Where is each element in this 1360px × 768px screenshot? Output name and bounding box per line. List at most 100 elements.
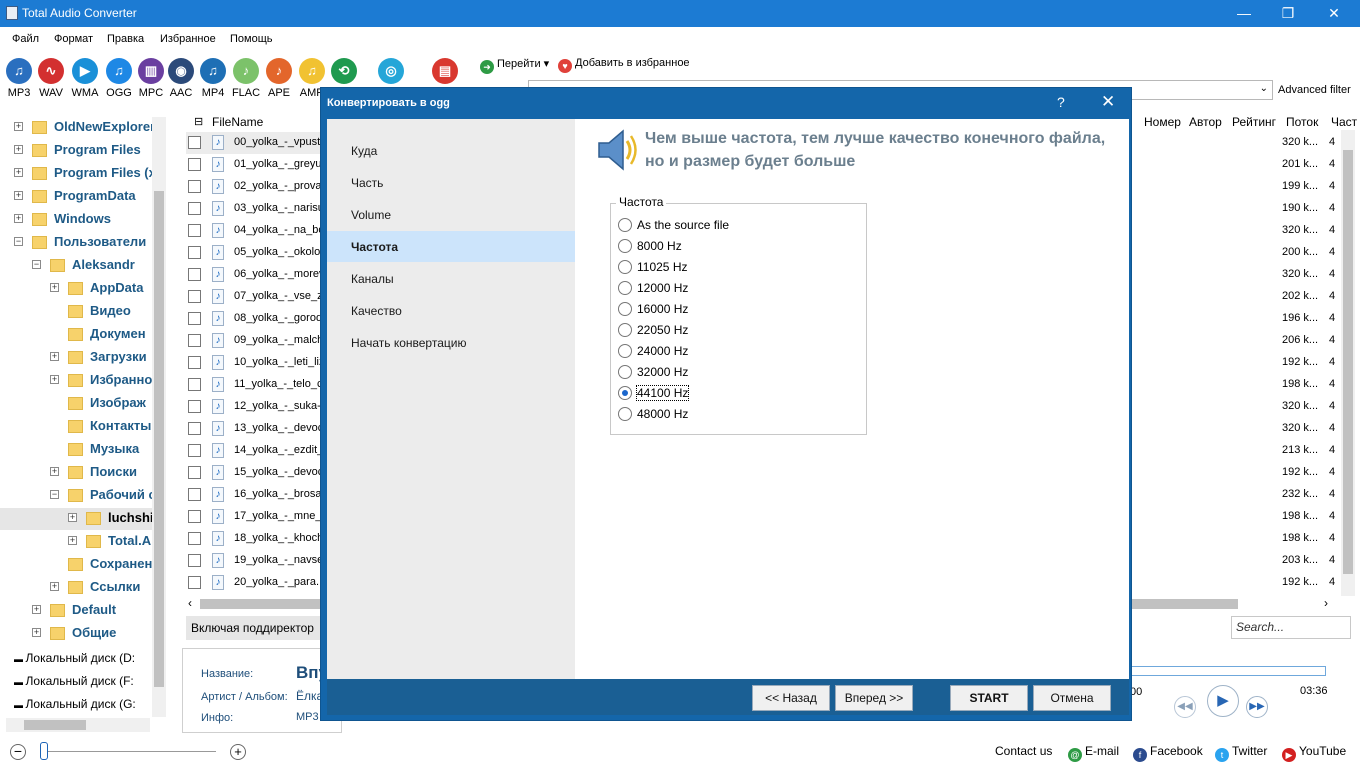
format-button-wma[interactable]: ▶ WMA xyxy=(70,58,100,99)
table-row[interactable]: ♪ 13_yolka_-_devoc xyxy=(186,418,334,440)
frequency-radio[interactable] xyxy=(618,365,632,379)
frequency-radio[interactable] xyxy=(618,218,632,232)
collapse-icon[interactable]: − xyxy=(32,260,41,269)
dialog-nav-item[interactable]: Volume xyxy=(327,199,575,230)
expand-icon[interactable]: + xyxy=(68,513,77,522)
frequency-radio[interactable] xyxy=(618,302,632,316)
tree-item[interactable]: + Общие xyxy=(0,623,152,645)
menu-format[interactable]: Формат xyxy=(54,33,93,45)
menu-favorites[interactable]: Избранное xyxy=(160,33,216,45)
dialog-nav-item[interactable]: Частота xyxy=(327,231,575,262)
column-header[interactable]: Поток xyxy=(1286,115,1318,129)
format-button-ogg[interactable]: ♫ OGG xyxy=(104,58,134,99)
tree-horizontal-scrollbar[interactable] xyxy=(6,718,150,732)
format-button-extra-11[interactable]: ◎ xyxy=(376,58,406,87)
frequency-option-label[interactable]: 24000 Hz xyxy=(637,344,688,358)
tree-item[interactable]: + AppData xyxy=(0,278,152,300)
frequency-radio[interactable] xyxy=(618,344,632,358)
cancel-button[interactable]: Отмена xyxy=(1033,685,1111,711)
row-checkbox[interactable] xyxy=(188,576,201,589)
menu-file[interactable]: Файл xyxy=(12,33,39,45)
row-checkbox[interactable] xyxy=(188,202,201,215)
twitter-link[interactable]: t Twitter xyxy=(1215,744,1267,762)
facebook-link[interactable]: f Facebook xyxy=(1133,744,1203,762)
goto-button[interactable]: ➜ Перейти ▾ xyxy=(480,57,549,74)
zoom-slider[interactable] xyxy=(40,751,216,752)
search-input[interactable]: Search... xyxy=(1231,616,1351,639)
row-checkbox[interactable] xyxy=(188,136,201,149)
format-button-flac[interactable]: ♪ FLAC xyxy=(231,58,261,99)
rewind-icon[interactable]: ◀◀ xyxy=(1174,696,1196,718)
expand-icon[interactable]: + xyxy=(14,145,23,154)
frequency-radio[interactable] xyxy=(618,386,632,400)
tree-item[interactable]: − Рабочий с xyxy=(0,485,156,507)
row-checkbox[interactable] xyxy=(188,466,201,479)
menu-help[interactable]: Помощь xyxy=(230,33,273,45)
tree-item[interactable]: Изображ xyxy=(0,393,152,415)
row-checkbox[interactable] xyxy=(188,400,201,413)
table-row[interactable]: ♪ 12_yolka_-_suka- xyxy=(186,396,334,418)
table-row[interactable]: ♪ 19_yolka_-_navse xyxy=(186,550,334,572)
format-button-extra-10[interactable]: ⟲ xyxy=(329,58,359,87)
frequency-option-label[interactable]: 8000 Hz xyxy=(637,239,682,253)
disk-item[interactable]: ▬ Локальный диск (F: xyxy=(14,674,134,688)
row-checkbox[interactable] xyxy=(188,268,201,281)
tree-item[interactable]: Контакты xyxy=(0,416,152,438)
dialog-close-button[interactable]: ✕ xyxy=(1101,92,1115,112)
tree-item[interactable]: + Windows xyxy=(0,209,152,231)
expand-icon[interactable]: + xyxy=(50,582,59,591)
expand-icon[interactable]: + xyxy=(14,122,23,131)
expand-icon[interactable]: + xyxy=(68,536,77,545)
menu-edit[interactable]: Правка xyxy=(107,33,144,45)
tree-item[interactable]: − Aleksandr xyxy=(0,255,152,277)
row-checkbox[interactable] xyxy=(188,422,201,435)
row-checkbox[interactable] xyxy=(188,290,201,303)
column-header[interactable]: Част xyxy=(1331,115,1357,129)
frequency-option-label[interactable]: As the source file xyxy=(637,218,729,232)
include-subdirs-toggle[interactable]: Включая поддиректор xyxy=(186,616,336,640)
table-row[interactable]: ♪ 06_yolka_-_morev xyxy=(186,264,334,286)
row-checkbox[interactable] xyxy=(188,444,201,457)
table-row[interactable]: ♪ 07_yolka_-_vse_z xyxy=(186,286,334,308)
frequency-option-label[interactable]: 44100 Hz xyxy=(635,385,690,401)
start-button[interactable]: START xyxy=(950,685,1028,711)
tree-item[interactable]: + Program Files (x xyxy=(0,163,156,185)
advanced-filter-button[interactable]: Advanced filter xyxy=(1278,84,1351,96)
table-row[interactable]: ♪ 10_yolka_-_leti_liz xyxy=(186,352,334,374)
format-button-mp4[interactable]: ♫ MP4 xyxy=(198,58,228,99)
row-checkbox[interactable] xyxy=(188,246,201,259)
scroll-right-icon[interactable]: › xyxy=(1324,596,1328,610)
disk-item[interactable]: ▬ Локальный диск (G: xyxy=(14,697,136,711)
collapse-icon[interactable]: − xyxy=(50,490,59,499)
column-header[interactable]: Рейтинг xyxy=(1232,115,1276,129)
table-row[interactable]: ♪ 05_yolka_-_okolo_ xyxy=(186,242,334,264)
expand-icon[interactable]: + xyxy=(50,375,59,384)
scroll-left-icon[interactable]: ‹ xyxy=(188,596,192,610)
tree-item[interactable]: Докумен xyxy=(0,324,152,346)
tree-item[interactable]: + Total.A xyxy=(0,531,152,553)
restore-button[interactable]: ❐ xyxy=(1278,4,1298,22)
play-icon[interactable]: ▶ xyxy=(1207,685,1239,717)
frequency-option-label[interactable]: 16000 Hz xyxy=(637,302,688,316)
column-header[interactable]: Номер xyxy=(1144,115,1181,129)
dialog-nav-item[interactable]: Куда xyxy=(327,135,575,166)
table-row[interactable]: ♪ 09_yolka_-_malch xyxy=(186,330,334,352)
format-button-extra-12[interactable]: ▤ xyxy=(430,58,460,87)
frequency-radio[interactable] xyxy=(618,407,632,421)
table-row[interactable]: ♪ 16_yolka_-_brosa xyxy=(186,484,334,506)
frequency-option-label[interactable]: 22050 Hz xyxy=(637,323,688,337)
expand-icon[interactable]: + xyxy=(14,168,23,177)
expand-icon[interactable]: + xyxy=(14,191,23,200)
row-checkbox[interactable] xyxy=(188,224,201,237)
table-row[interactable]: ♪ 14_yolka_-_ezdit_ xyxy=(186,440,334,462)
minimize-button[interactable]: — xyxy=(1234,4,1254,22)
tree-item[interactable]: Видео xyxy=(0,301,152,323)
close-button[interactable]: ✕ xyxy=(1324,4,1344,22)
table-row[interactable]: ♪ 03_yolka_-_narisu xyxy=(186,198,334,220)
column-header[interactable]: Автор xyxy=(1189,115,1222,129)
next-button[interactable]: Вперед >> xyxy=(835,685,913,711)
frequency-option-label[interactable]: 48000 Hz xyxy=(637,407,688,421)
format-button-ape[interactable]: ♪ APE xyxy=(264,58,294,99)
row-checkbox[interactable] xyxy=(188,334,201,347)
scroll-thumb[interactable] xyxy=(24,720,86,730)
